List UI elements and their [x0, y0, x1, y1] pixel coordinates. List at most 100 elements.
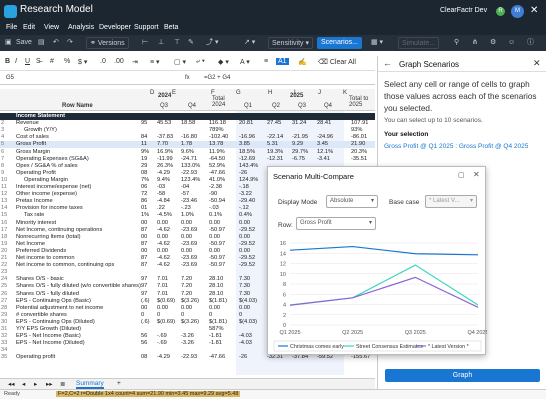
table-cell[interactable]: -47.66	[209, 354, 225, 361]
strikethrough-icon[interactable]: S̶	[36, 58, 41, 65]
undo-icon[interactable]: ↶	[53, 37, 59, 49]
table-cell[interactable]: -37.84	[292, 354, 308, 361]
table-cell[interactable]: -04	[181, 184, 189, 191]
row-number[interactable]: 21	[1, 255, 13, 262]
number-format-icon[interactable]: #	[50, 58, 54, 65]
font-color-icon[interactable]: A ▾	[240, 58, 250, 66]
tab-summary[interactable]: Summary	[76, 380, 104, 389]
table-cell[interactable]: -.69	[157, 333, 167, 340]
table-cell[interactable]: -59.52	[317, 354, 333, 361]
table-cell[interactable]: 00	[141, 234, 147, 241]
table-cell[interactable]: -4.62	[157, 241, 170, 248]
table-cell[interactable]: -29.52	[239, 255, 255, 262]
col-letter-e[interactable]: E	[172, 90, 176, 96]
row-number[interactable]: 23	[1, 269, 13, 276]
table-cell[interactable]: -32.31	[267, 354, 283, 361]
col-letter-g[interactable]: G	[236, 90, 241, 96]
table-cell[interactable]: 116.18	[209, 120, 226, 127]
table-cell[interactable]: -29.52	[239, 241, 255, 248]
simulate-button[interactable]: Simulate...	[398, 37, 440, 49]
table-cell[interactable]: 0.00	[181, 234, 192, 241]
table-cell[interactable]: 19.3%	[267, 149, 283, 156]
table-cell[interactable]: -03	[157, 184, 165, 191]
table-cell[interactable]: 0.00	[157, 234, 168, 241]
table-cell[interactable]: $(0.69)	[157, 319, 175, 326]
row-number[interactable]: 20	[1, 248, 13, 255]
row-number[interactable]: 7	[1, 156, 13, 163]
table-cell[interactable]: -90	[209, 191, 217, 198]
cell-reference[interactable]: G5	[6, 75, 14, 81]
table-cell[interactable]: 87	[141, 241, 147, 248]
search-icon[interactable]: ⚲	[454, 37, 459, 49]
next-sheet-icon[interactable]: ▸	[34, 380, 37, 388]
paint-icon[interactable]: ✍	[298, 58, 307, 66]
table-cell[interactable]: 587%	[209, 326, 224, 333]
table-cell[interactable]: -4.62	[157, 255, 170, 262]
row-number[interactable]: 3	[1, 127, 13, 134]
bold-icon[interactable]: B	[5, 58, 10, 65]
table-cell[interactable]: 20.81	[239, 120, 253, 127]
table-cell[interactable]: -155.67	[351, 354, 370, 361]
table-cell[interactable]: 0.1%	[209, 212, 222, 219]
table-cell[interactable]: 7.30	[239, 276, 250, 283]
table-cell[interactable]: -50.97	[209, 262, 225, 269]
table-cell[interactable]: 11	[141, 141, 147, 148]
table-cell[interactable]: 0	[239, 312, 242, 319]
row-number[interactable]: 34	[1, 347, 13, 354]
table-cell[interactable]: 08	[141, 170, 147, 177]
table-cell[interactable]: -37.83	[157, 134, 173, 141]
table-cell[interactable]: -35.51	[351, 156, 367, 163]
currency-icon[interactable]: $ ▾	[78, 58, 87, 66]
table-cell[interactable]: -1.81	[209, 333, 222, 340]
row-select[interactable]: Gross Profit ▾	[296, 217, 376, 230]
table-cell[interactable]: 28.10	[209, 276, 223, 283]
col-letter-d[interactable]: D	[150, 90, 154, 96]
table-cell[interactable]: 84	[141, 134, 147, 141]
table-cell[interactable]: -50.97	[209, 255, 225, 262]
menu-developer[interactable]: Developer	[99, 24, 131, 31]
table-cell[interactable]: -4.62	[157, 227, 170, 234]
table-cell[interactable]: -57	[181, 191, 189, 198]
table-cell[interactable]: 107.91	[351, 120, 368, 127]
col-letter-j[interactable]: J	[318, 90, 321, 96]
table-cell[interactable]: .22	[157, 205, 165, 212]
row-number[interactable]: 13	[1, 198, 13, 205]
table-cell[interactable]: -.12	[239, 205, 249, 212]
table-cell[interactable]: 28.10	[209, 291, 223, 298]
table-cell[interactable]: -.69	[157, 340, 167, 347]
row-number[interactable]: 14	[1, 205, 13, 212]
table-cell[interactable]: -3.26	[181, 340, 194, 347]
table-cell[interactable]: 3.85	[239, 141, 250, 148]
table-cell[interactable]: -26	[239, 170, 247, 177]
fill-color-icon[interactable]: ◆ ▾	[218, 58, 229, 66]
table-cell[interactable]: -3.22	[239, 191, 252, 198]
table-cell[interactable]: 9%	[141, 149, 149, 156]
table-cell[interactable]: $(1.81)	[209, 319, 227, 326]
table-cell[interactable]: 5.31	[267, 141, 278, 148]
table-cell[interactable]: -6.75	[292, 156, 305, 163]
table-cell[interactable]: 00	[141, 305, 147, 312]
table-cell[interactable]: 3.45	[317, 141, 328, 148]
col-letter-h[interactable]: H	[268, 90, 272, 96]
table-cell[interactable]: 93%	[351, 127, 362, 134]
table-cell[interactable]: -29.40	[239, 198, 255, 205]
table-cell[interactable]: 0.4%	[239, 212, 252, 219]
table-cell[interactable]: 0.00	[181, 305, 192, 312]
last-sheet-icon[interactable]: ▸▸	[46, 380, 53, 388]
save-icon[interactable]: ▣	[5, 37, 12, 49]
add-sheet-icon[interactable]: +	[117, 380, 121, 387]
table-cell[interactable]: -12.31	[267, 156, 283, 163]
row-number[interactable]: 24	[1, 276, 13, 283]
table-cell[interactable]: 7.70	[157, 141, 168, 148]
table-cell[interactable]: 0.00	[239, 248, 250, 255]
row-number[interactable]: 29	[1, 312, 13, 319]
table-cell[interactable]: 0.00	[181, 248, 192, 255]
table-cell[interactable]: -12.69	[239, 156, 255, 163]
table-cell[interactable]: -4.29	[157, 354, 170, 361]
table-cell[interactable]: -11.99	[157, 156, 173, 163]
table-cell[interactable]: -23.69	[181, 255, 197, 262]
chart-tool-icon[interactable]: ⤴ ▾	[206, 37, 218, 49]
table-cell[interactable]: 1%	[141, 212, 149, 219]
table-cell[interactable]: -21.95	[292, 134, 308, 141]
table-cell[interactable]: -1.81	[209, 340, 222, 347]
